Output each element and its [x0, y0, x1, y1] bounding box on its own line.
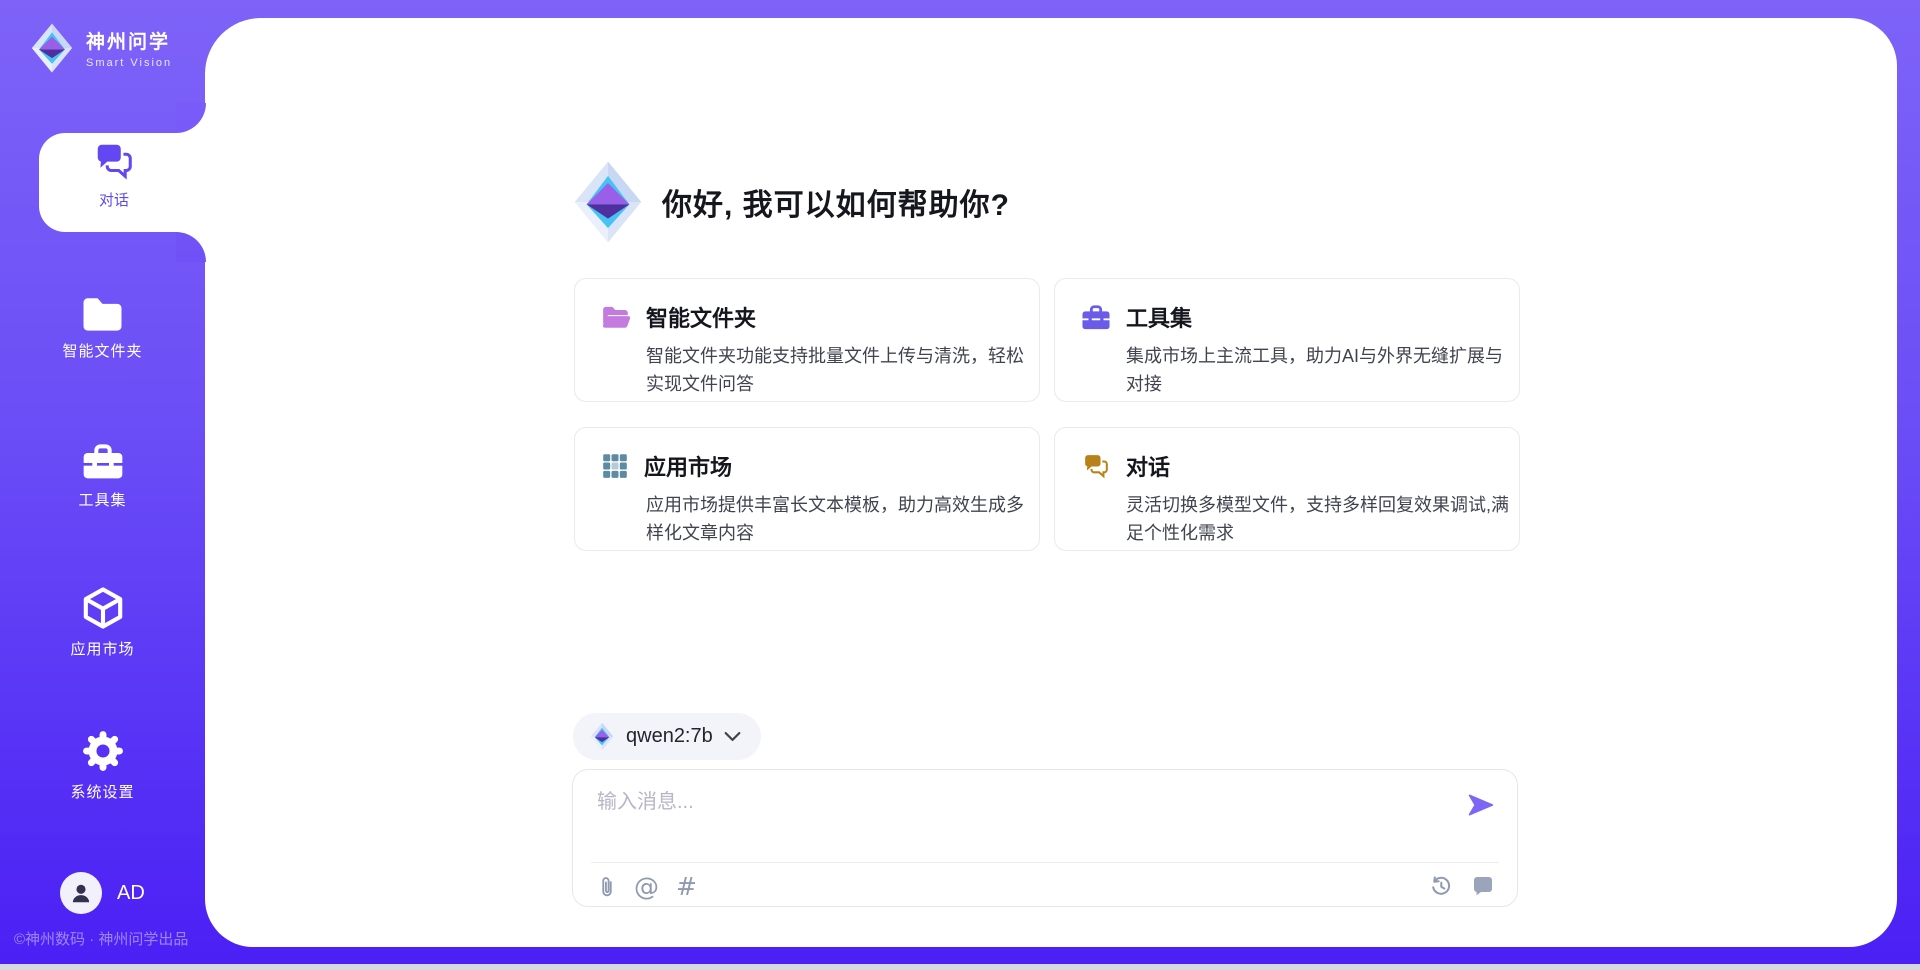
user-name: AD [117, 882, 145, 905]
attach-button[interactable] [597, 874, 617, 900]
sidebar-item-chat[interactable]: 对话 [39, 140, 189, 210]
tab-fillet-bottom [176, 232, 206, 262]
window-bottom-edge [0, 964, 1920, 970]
card-app-market[interactable]: 应用市场 应用市场提供丰富长文本模板，助力高效生成多样化文章内容 [574, 427, 1040, 551]
mention-button[interactable]: @ [634, 875, 659, 899]
greeting-title: 你好, 我可以如何帮助你? [662, 180, 1010, 224]
folder-icon [80, 294, 125, 332]
briefcase-icon [81, 441, 125, 481]
cube-icon [81, 586, 125, 630]
chat-bubble-icon [1471, 874, 1495, 898]
message-input[interactable] [597, 785, 1447, 843]
gear-icon [81, 729, 125, 773]
card-chat[interactable]: 对话 灵活切换多模型文件，支持多样回复效果调试,满足个性化需求 [1054, 427, 1520, 551]
brand-diamond-icon [570, 158, 646, 246]
paperclip-icon [597, 874, 617, 900]
briefcase-icon [1081, 303, 1111, 331]
card-title: 应用市场 [644, 450, 732, 482]
chat-icon [1081, 452, 1111, 480]
history-button[interactable] [1429, 874, 1453, 898]
person-icon [68, 880, 94, 906]
message-composer: @ # [572, 769, 1518, 907]
composer-tools-left: @ # [597, 874, 697, 900]
card-title: 智能文件夹 [646, 301, 756, 333]
sidebar-item-app-market[interactable]: 应用市场 [0, 586, 205, 659]
topic-button[interactable]: # [676, 875, 697, 899]
card-description: 灵活切换多模型文件，支持多样回复效果调试,满足个性化需求 [1126, 491, 1511, 547]
tab-fillet-top [176, 103, 206, 133]
at-icon: @ [634, 875, 659, 899]
user-profile[interactable]: AD [60, 872, 145, 914]
send-button[interactable] [1467, 791, 1495, 822]
app-root: 你好, 我可以如何帮助你? 智能文件夹 智能文件夹功能支持批量文件上传与清洗，轻… [0, 0, 1920, 970]
sidebar-item-toolset[interactable]: 工具集 [0, 441, 205, 510]
feedback-button[interactable] [1471, 874, 1495, 898]
sidebar-item-label: 应用市场 [70, 638, 134, 659]
main-content-panel: 你好, 我可以如何帮助你? 智能文件夹 智能文件夹功能支持批量文件上传与清洗，轻… [205, 18, 1897, 947]
composer-tools-right [1429, 874, 1495, 898]
card-description: 集成市场上主流工具，助力AI与外界无缝扩展与对接 [1126, 342, 1511, 398]
greeting-block: 你好, 我可以如何帮助你? [570, 158, 1010, 246]
sidebar-item-label: 系统设置 [70, 781, 134, 802]
hash-icon: # [676, 875, 697, 899]
avatar [60, 872, 102, 914]
app-logo: 神州问学 Smart Vision [29, 22, 172, 74]
folder-icon [601, 304, 631, 330]
history-icon [1429, 874, 1453, 898]
copyright-text: ©神州数码 · 神州问学出品 [14, 928, 188, 949]
card-description: 智能文件夹功能支持批量文件上传与清洗，轻松实现文件问答 [646, 342, 1031, 398]
model-selector[interactable]: qwen2:7b [573, 713, 761, 760]
model-name: qwen2:7b [626, 725, 713, 748]
logo-diamond-icon [29, 22, 75, 74]
sidebar-item-label: 对话 [99, 189, 129, 210]
card-title: 对话 [1126, 450, 1170, 482]
feature-cards: 智能文件夹 智能文件夹功能支持批量文件上传与清洗，轻松实现文件问答 [574, 278, 1520, 551]
grid-icon [601, 452, 629, 480]
card-smart-folder[interactable]: 智能文件夹 智能文件夹功能支持批量文件上传与清洗，轻松实现文件问答 [574, 278, 1040, 402]
send-icon [1467, 791, 1495, 819]
sidebar-item-smart-folder[interactable]: 智能文件夹 [0, 294, 205, 361]
brand-title: 神州问学 [86, 27, 172, 54]
card-toolset[interactable]: 工具集 集成市场上主流工具，助力AI与外界无缝扩展与对接 [1054, 278, 1520, 402]
sidebar-item-label: 工具集 [78, 489, 126, 510]
card-title: 工具集 [1126, 301, 1192, 333]
card-description: 应用市场提供丰富长文本模板，助力高效生成多样化文章内容 [646, 491, 1031, 547]
composer-divider [591, 862, 1499, 863]
chevron-down-icon [724, 731, 741, 742]
model-diamond-icon [589, 722, 615, 751]
brand-subtitle: Smart Vision [86, 57, 172, 69]
sidebar-item-settings[interactable]: 系统设置 [0, 729, 205, 802]
chat-icon [92, 140, 136, 182]
sidebar-item-label: 智能文件夹 [62, 340, 142, 361]
